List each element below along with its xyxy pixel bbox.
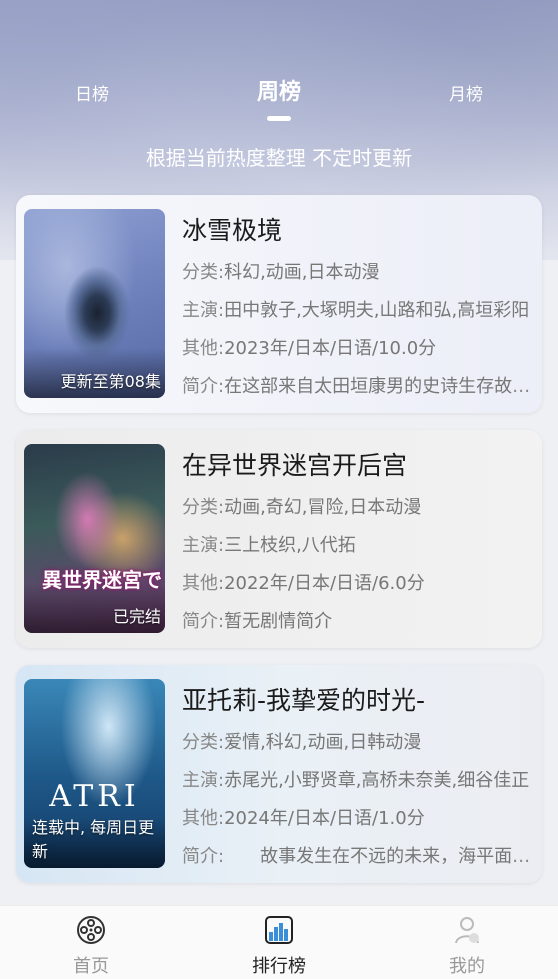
film-reel-icon (77, 916, 105, 944)
other-value: 2023年/日本/日语/10.0分 (224, 338, 437, 359)
category-label: 分类: (182, 497, 225, 518)
category-row: 分类:科幻,动画,日本动漫 (182, 261, 532, 299)
other-value: 2024年/日本/日语/1.0分 (224, 808, 425, 829)
other-row: 其他:2024年/日本/日语/1.0分 (182, 807, 532, 845)
other-label: 其他: (182, 573, 225, 594)
user-icon (455, 917, 479, 944)
intro-label: 简介: (182, 846, 225, 867)
poster-logo-text: 異世界迷宮で (42, 568, 162, 592)
category-label: 分类: (182, 732, 225, 753)
card-title: 亚托莉-我挚爱的时光- (182, 686, 426, 715)
episode-badge: 连载中, 每周日更新 (32, 818, 155, 861)
cast-value: 田中敦子,大塚明夫,山路和弘,高垣彩阳 (224, 300, 530, 321)
card-info: 在异世界迷宫开后宫 分类:动画,奇幻,冒险,日本动漫 主演:三上枝织,八代拓 其… (182, 446, 532, 648)
intro-value: 暂无剧情简介 (224, 611, 333, 632)
tab-daily[interactable]: 日榜 (62, 80, 122, 105)
cast-label: 主演: (182, 770, 225, 791)
intro-row: 简介:在这部来自太田垣康男的史诗生存故事中 (182, 375, 532, 413)
cast-row: 主演:田中敦子,大塚明夫,山路和弘,高垣彩阳 (182, 299, 532, 337)
cast-label: 主演: (182, 300, 225, 321)
nav-rank[interactable]: 排行榜 (239, 914, 319, 978)
card-title: 在异世界迷宫开后宫 (182, 451, 408, 480)
intro-label: 简介: (182, 611, 225, 632)
nav-mine-label: 我的 (449, 956, 485, 977)
active-tab-indicator (267, 116, 291, 121)
ranking-tabs: 日榜 周榜 月榜 (0, 70, 558, 130)
other-row: 其他:2023年/日本/日语/10.0分 (182, 337, 532, 375)
other-value: 2022年/日本/日语/6.0分 (224, 573, 425, 594)
bar-chart-icon (265, 916, 293, 944)
card-info: 亚托莉-我挚爱的时光- 分类:爱情,科幻,动画,日韩动漫 主演:赤尾光,小野贤章… (182, 681, 532, 883)
category-value: 科幻,动画,日本动漫 (224, 262, 380, 283)
poster-logo-text: ATRI (49, 779, 140, 814)
cast-row: 主演:赤尾光,小野贤章,高桥未奈美,细谷佳正 (182, 769, 532, 807)
tab-monthly[interactable]: 月榜 (436, 80, 496, 105)
category-row: 分类:动画,奇幻,冒险,日本动漫 (182, 496, 532, 534)
episode-badge: 更新至第08集 (60, 372, 161, 391)
ranking-card[interactable]: ATRI 连载中, 每周日更新 亚托莉-我挚爱的时光- 分类:爱情,科幻,动画,… (16, 665, 542, 883)
intro-value: 故事发生在不远的未来，海平面上升 (224, 846, 532, 867)
card-info: 冰雪极境 分类:科幻,动画,日本动漫 主演:田中敦子,大塚明夫,山路和弘,高垣彩… (182, 211, 532, 413)
category-value: 爱情,科幻,动画,日韩动漫 (224, 732, 422, 753)
poster-image[interactable]: ATRI 连载中, 每周日更新 (24, 679, 165, 868)
intro-value: 在这部来自太田垣康男的史诗生存故事中 (224, 376, 532, 397)
nav-rank-label: 排行榜 (252, 956, 306, 977)
episode-badge: 已完结 (112, 607, 161, 626)
card-title: 冰雪极境 (182, 216, 283, 245)
other-label: 其他: (182, 808, 225, 829)
bottom-navigation: 首页 排行榜 我的 (0, 905, 558, 979)
nav-home[interactable]: 首页 (51, 914, 131, 978)
poster-image[interactable]: 更新至第08集 (24, 209, 165, 398)
category-value: 动画,奇幻,冒险,日本动漫 (224, 497, 422, 518)
intro-row: 简介: 故事发生在不远的未来，海平面上升 (182, 845, 532, 883)
intro-label: 简介: (182, 376, 225, 397)
ranking-subtitle: 根据当前热度整理 不定时更新 (145, 146, 413, 170)
cast-label: 主演: (182, 535, 225, 556)
nav-mine[interactable]: 我的 (427, 914, 507, 978)
ranking-card[interactable]: 更新至第08集 冰雪极境 分类:科幻,动画,日本动漫 主演:田中敦子,大塚明夫,… (16, 195, 542, 413)
category-label: 分类: (182, 262, 225, 283)
ranking-card[interactable]: 異世界迷宮で 已完结 在异世界迷宫开后宫 分类:动画,奇幻,冒险,日本动漫 主演… (16, 430, 542, 648)
cast-row: 主演:三上枝织,八代拓 (182, 534, 532, 572)
intro-row: 简介:暂无剧情简介 (182, 610, 532, 648)
poster-image[interactable]: 異世界迷宮で 已完结 (24, 444, 165, 633)
tab-weekly[interactable]: 周榜 (244, 74, 314, 106)
cast-value: 三上枝织,八代拓 (224, 535, 356, 556)
cast-value: 赤尾光,小野贤章,高桥未奈美,细谷佳正 (224, 770, 530, 791)
category-row: 分类:爱情,科幻,动画,日韩动漫 (182, 731, 532, 769)
other-row: 其他:2022年/日本/日语/6.0分 (182, 572, 532, 610)
other-label: 其他: (182, 338, 225, 359)
nav-home-label: 首页 (73, 956, 109, 977)
